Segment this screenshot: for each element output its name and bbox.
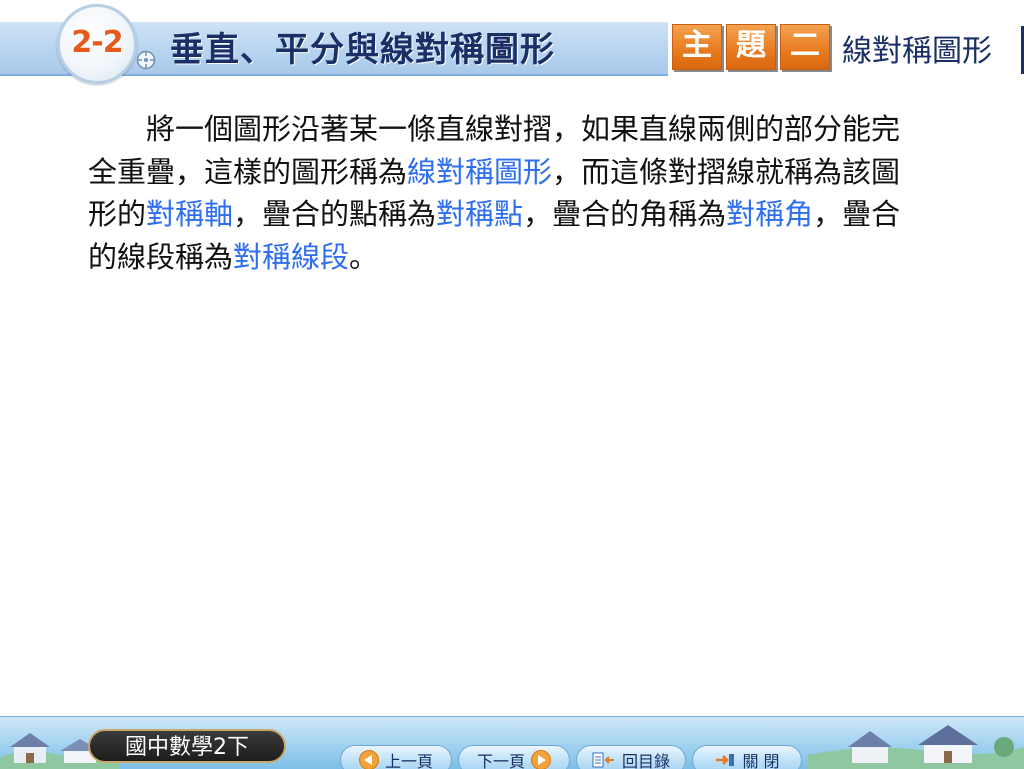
- close-button[interactable]: 關 閉: [692, 745, 802, 769]
- footer-bar: 國中數學2下 上一頁 下一頁 回目錄 關 閉: [0, 716, 1024, 769]
- topic-tiles: 主 題 二: [672, 24, 830, 70]
- topic-tile: 題: [726, 24, 776, 70]
- prev-page-label: 上一頁: [384, 752, 433, 769]
- next-page-label: 下一頁: [476, 752, 525, 769]
- next-arrow-icon: [531, 750, 551, 769]
- topic-tile: 二: [780, 24, 830, 70]
- topic-tile: 主: [672, 24, 722, 70]
- prev-arrow-icon: [358, 750, 379, 769]
- definition-text: 將一個圖形沿著某一條直線對摺，如果直線兩側的部分能完全重疊，這樣的圖形稱為線對稱…: [88, 108, 918, 278]
- term-symmetric-angle: 對稱角: [726, 197, 814, 231]
- section-badge: 2-2: [57, 4, 137, 84]
- next-page-button[interactable]: 下一頁: [458, 745, 570, 769]
- toc-label: 回目錄: [621, 752, 670, 769]
- textbook-label: 國中數學2下: [88, 729, 286, 763]
- term-symmetric-point: 對稱點: [436, 197, 524, 231]
- text-segment: ，疊合的點稱為: [233, 197, 437, 231]
- village-scene-illustration: [808, 725, 1024, 769]
- term-symmetric-segment: 對稱線段: [233, 239, 350, 274]
- definition-paragraph: 將一個圖形沿著某一條直線對摺，如果直線兩側的部分能完全重疊，這樣的圖形稱為線對稱…: [88, 108, 918, 278]
- prev-page-button[interactable]: 上一頁: [340, 745, 452, 769]
- section-number: 2-2: [71, 25, 123, 60]
- toc-icon: [592, 752, 614, 768]
- header-bar: 2-2 垂直、平分與線對稱圖形 主 題 二 線對稱圖形: [0, 0, 1024, 84]
- topic-name: 線對稱圖形: [842, 34, 992, 69]
- text-segment: ，疊合的角稱為: [523, 197, 727, 231]
- page-title: 垂直、平分與線對稱圖形: [170, 30, 555, 70]
- close-label: 關 閉: [742, 752, 780, 769]
- exit-icon: [716, 754, 735, 766]
- term-axis-of-symmetry: 對稱軸: [146, 197, 234, 231]
- text-segment: 。: [349, 239, 379, 274]
- term-line-symmetric-figure: 線對稱圖形: [407, 154, 553, 189]
- table-of-contents-button[interactable]: 回目錄: [576, 745, 686, 769]
- compass-icon: [136, 50, 156, 70]
